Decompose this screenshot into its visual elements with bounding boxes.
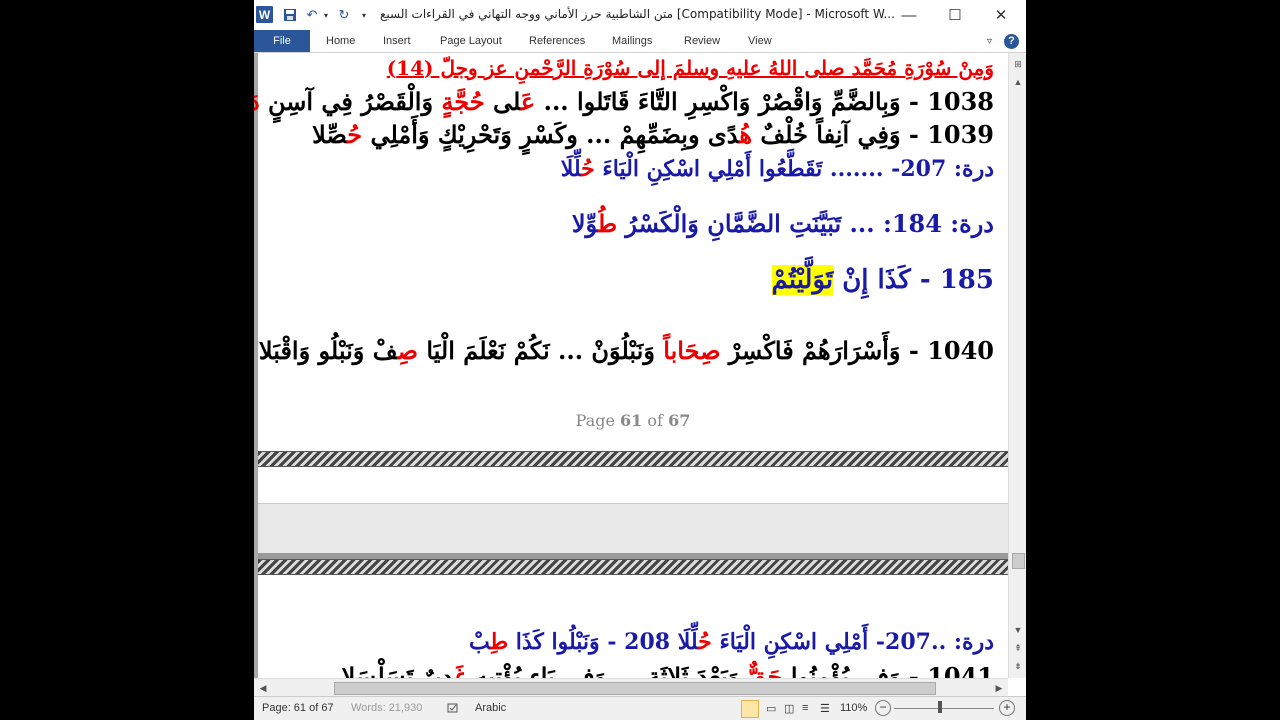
word-app-icon[interactable]: W: [256, 6, 273, 23]
page-count-status[interactable]: Page: 61 of 67: [262, 702, 334, 714]
outline-icon[interactable]: ≡: [802, 702, 808, 714]
draft-icon[interactable]: ☰: [820, 702, 830, 715]
window-title: متن الشاطبية حرز الأماني ووجه التهاني في…: [380, 7, 895, 21]
verse-line: 1038 - وَبِالضَّمِّ وَاقْصُرْ وَاكْسِرِ …: [254, 87, 994, 116]
verse-number: 1040: [927, 336, 994, 365]
zoom-slider[interactable]: [894, 708, 994, 709]
zoom-slider-thumb[interactable]: [938, 701, 942, 713]
document-page[interactable]: درة: ..207- أَمْلِي اسْكِنِ الْيَاءَ حُل…: [258, 559, 1008, 678]
collapse-ribbon-icon[interactable]: ▿: [987, 30, 992, 52]
web-layout-icon[interactable]: ◫: [784, 702, 794, 715]
zoom-level[interactable]: 110%: [840, 702, 867, 714]
zoom-out-button[interactable]: −: [875, 700, 891, 716]
page-border-decoration: [258, 451, 1008, 467]
help-icon[interactable]: ?: [1004, 30, 1019, 52]
durra-line: درة: ..207- أَمْلِي اسْكِنِ الْيَاءَ حُل…: [468, 629, 994, 655]
horizontal-scrollbar[interactable]: ◀ ▶: [254, 678, 1008, 697]
word-window: W ↶ ▾ ↻ ▾ متن الشاطبية حرز الأماني ووجه …: [254, 0, 1026, 720]
verse-line: 1040 - وَأَسْرَارَهُمْ فَاكْسِرْ صِحَابا…: [258, 336, 994, 365]
vertical-scrollbar[interactable]: ⊞ ▲ ▼ ⇞ ⇟: [1008, 53, 1026, 678]
tab-file[interactable]: File: [254, 30, 310, 52]
verse-line: 1039 - وَفِي آنِفاً خُلْفٌ هُدًى وبِضَمِ…: [312, 120, 994, 149]
scroll-down-icon[interactable]: ▼: [1011, 623, 1025, 637]
scroll-right-icon[interactable]: ▶: [992, 681, 1006, 695]
scroll-left-icon[interactable]: ◀: [256, 681, 270, 695]
undo-icon[interactable]: ↶: [304, 6, 320, 24]
zoom-in-button[interactable]: +: [999, 700, 1015, 716]
tab-home[interactable]: Home: [326, 30, 355, 52]
tab-review[interactable]: Review: [684, 30, 720, 52]
page-border-decoration: [258, 559, 1008, 575]
tab-mailings[interactable]: Mailings: [612, 30, 652, 52]
redo-icon[interactable]: ↻: [336, 6, 352, 24]
highlighted-text: تَوَلَّيْتُمْ: [771, 265, 834, 295]
save-icon[interactable]: [282, 6, 298, 24]
minimize-button[interactable]: —: [886, 0, 932, 30]
tab-page-layout[interactable]: Page Layout: [440, 30, 502, 52]
tab-references[interactable]: References: [529, 30, 585, 52]
ribbon-tabs: File Home Insert Page Layout References …: [254, 30, 1026, 53]
h-scroll-thumb[interactable]: [334, 682, 936, 695]
scroll-thumb[interactable]: [1012, 553, 1025, 569]
durra-line: درة: 207- ....... تَقَطَّعُوا أَمْلِي اس…: [560, 156, 994, 182]
document-area: وَمِنْ سُوْرَةِ مُحَمَّد صلى اللهُ عليهِ…: [254, 53, 1008, 678]
tab-insert[interactable]: Insert: [383, 30, 411, 52]
next-page-icon[interactable]: ⇟: [1011, 659, 1025, 673]
word-count-status[interactable]: Words: 21,930: [351, 702, 422, 714]
status-bar: Page: 61 of 67 Words: 21,930 Arabic ▭ ◫ …: [254, 696, 1026, 720]
document-page[interactable]: وَمِنْ سُوْرَةِ مُحَمَّد صلى اللهُ عليهِ…: [254, 53, 1008, 503]
maximize-button[interactable]: ☐: [932, 0, 978, 30]
print-layout-icon[interactable]: [741, 700, 759, 718]
undo-dropdown-icon[interactable]: ▾: [321, 6, 331, 24]
verse-number: 1039: [927, 120, 994, 149]
scroll-up-icon[interactable]: ▲: [1011, 75, 1025, 89]
page-gap: [258, 503, 1008, 554]
page-footer: Page 61 of 67: [575, 411, 691, 430]
surah-heading: وَمِنْ سُوْرَةِ مُحَمَّد صلى اللهُ عليهِ…: [386, 56, 994, 80]
close-button[interactable]: ✕: [978, 0, 1024, 30]
durra-line: درة: 184: ... تَبَيَّنَتِ الضَّمَّانِ وَ…: [571, 209, 994, 238]
ruler-toggle-icon[interactable]: ⊞: [1011, 57, 1025, 71]
verse-number: 1041: [927, 662, 994, 678]
proofing-icon[interactable]: [447, 702, 459, 717]
tab-view[interactable]: View: [748, 30, 772, 52]
full-screen-reading-icon[interactable]: ▭: [766, 702, 776, 715]
verse-number: 1038: [927, 87, 994, 116]
durra-line: 185 - كَذَا إِنْ تَوَلَّيْتُمْ: [771, 265, 994, 295]
customize-toolbar-icon[interactable]: ▾: [359, 6, 369, 24]
previous-page-icon[interactable]: ⇞: [1011, 641, 1025, 655]
title-bar: W ↶ ▾ ↻ ▾ متن الشاطبية حرز الأماني ووجه …: [254, 0, 1026, 30]
language-status[interactable]: Arabic: [475, 702, 506, 714]
verse-line: 1041 - وَفي يُؤْمِنُوا حَقٌّ وَبَعْدَ ثَ…: [342, 662, 994, 678]
